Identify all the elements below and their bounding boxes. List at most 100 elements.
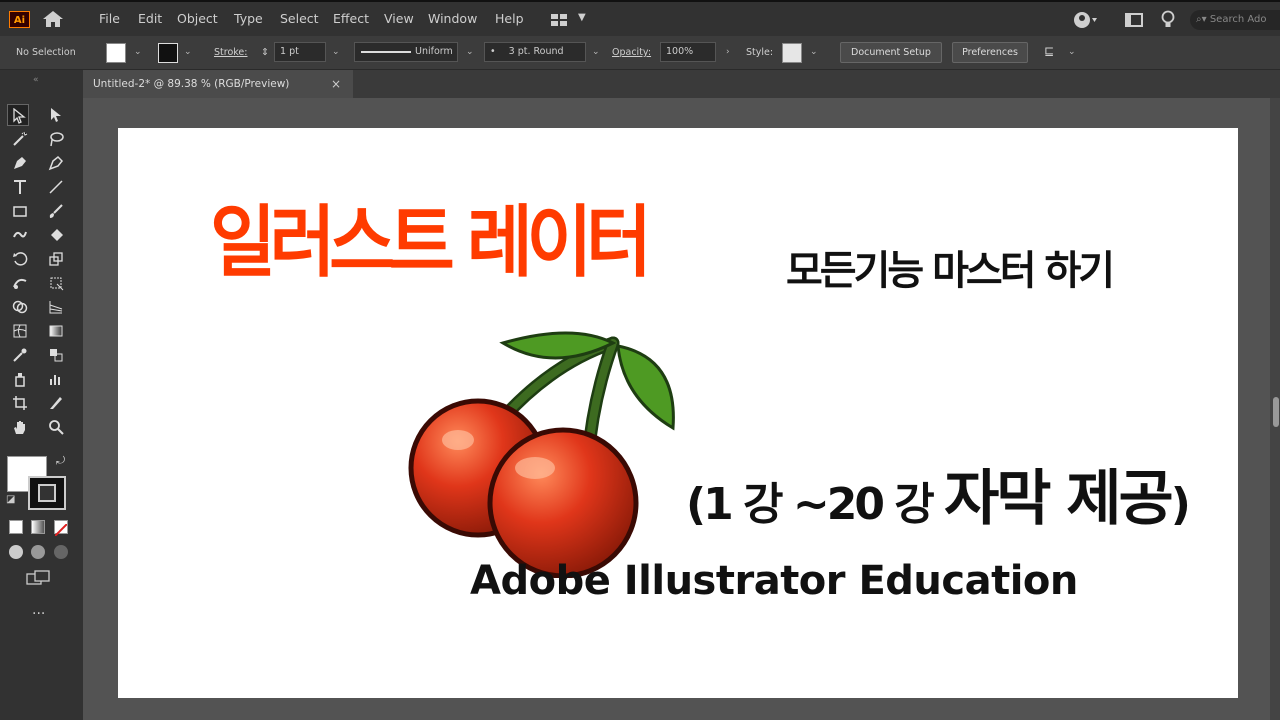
stroke-label[interactable]: Stroke: xyxy=(214,47,247,58)
menu-type[interactable]: Type xyxy=(234,11,263,26)
draw-behind-icon[interactable] xyxy=(31,545,45,559)
menu-select[interactable]: Select xyxy=(280,11,319,26)
slice-tool[interactable] xyxy=(45,392,67,414)
chevron-down-icon[interactable]: ▼ xyxy=(578,12,586,23)
default-colors-icon[interactable]: ◪ xyxy=(6,494,15,505)
chevron-down-icon[interactable]: ⌄ xyxy=(466,47,474,57)
menu-object[interactable]: Object xyxy=(177,11,218,26)
curvature-pen-icon xyxy=(48,155,64,171)
stepper-icon[interactable]: ⇕ xyxy=(261,47,269,58)
zoom-magnifier-icon xyxy=(49,420,64,435)
direct-selection-tool[interactable] xyxy=(45,104,67,126)
color-mode-icon[interactable] xyxy=(9,520,23,534)
menu-bar: Ai File Edit Object Type Select Effect V… xyxy=(0,0,1280,36)
stroke-weight-field[interactable]: 1 pt xyxy=(274,42,326,62)
mesh-tool[interactable] xyxy=(9,320,31,342)
scale-tool[interactable] xyxy=(45,248,67,270)
panel-grip-icon[interactable]: « xyxy=(33,75,40,85)
menu-help[interactable]: Help xyxy=(495,11,524,26)
screen-mode-icon[interactable] xyxy=(26,570,52,590)
symbol-sprayer-tool[interactable] xyxy=(9,368,31,390)
lecture-range: (1 강 ~20 강 xyxy=(686,479,945,530)
stroke-inner xyxy=(38,484,56,502)
rectangle-tool[interactable] xyxy=(9,200,31,222)
warp-tool[interactable] xyxy=(9,272,31,294)
opacity-field[interactable]: 100% xyxy=(660,42,716,62)
opacity-label[interactable]: Opacity: xyxy=(612,47,651,58)
draw-inside-icon[interactable] xyxy=(54,545,68,559)
menu-edit[interactable]: Edit xyxy=(138,11,162,26)
eyedropper-icon xyxy=(13,348,27,362)
eyedropper-tool[interactable] xyxy=(9,344,31,366)
eraser-tool[interactable] xyxy=(45,224,67,246)
edit-toolbar-more-icon[interactable]: ... xyxy=(32,602,45,618)
pen-icon xyxy=(14,157,26,169)
chevron-down-icon[interactable]: ⌄ xyxy=(184,47,192,57)
illustrator-logo: Ai xyxy=(9,11,30,28)
menu-view[interactable]: View xyxy=(384,11,414,26)
chevron-down-icon[interactable]: ⌄ xyxy=(592,47,600,57)
column-graph-tool[interactable] xyxy=(45,368,67,390)
chevron-down-icon[interactable]: ⌄ xyxy=(810,47,818,57)
brush-definition[interactable]: • 3 pt. Round xyxy=(484,42,586,62)
document-setup-button[interactable]: Document Setup xyxy=(840,42,942,63)
perspective-grid-tool[interactable] xyxy=(45,296,67,318)
line-segment-tool[interactable] xyxy=(45,176,67,198)
artboard-tool[interactable] xyxy=(9,392,31,414)
menu-effect[interactable]: Effect xyxy=(333,11,369,26)
close-icon[interactable]: × xyxy=(331,70,341,98)
stroke-line-preview xyxy=(361,51,411,53)
chevron-right-icon[interactable]: › xyxy=(726,47,730,57)
cherry-illustration xyxy=(408,331,675,578)
direct-selection-arrow-icon xyxy=(51,108,61,122)
document-tab[interactable]: Untitled-2* @ 89.38 % (RGB/Preview) × xyxy=(83,70,353,98)
gradient-tool[interactable] xyxy=(45,320,67,342)
rotate-tool[interactable] xyxy=(9,248,31,270)
draw-normal-icon[interactable] xyxy=(9,545,23,559)
menu-file[interactable]: File xyxy=(99,11,120,26)
none-mode-icon[interactable] xyxy=(54,520,68,537)
type-tool[interactable] xyxy=(9,176,31,198)
menu-window[interactable]: Window xyxy=(428,11,477,26)
lightbulb-icon[interactable] xyxy=(1160,10,1176,34)
paintbrush-tool[interactable] xyxy=(45,200,67,222)
blend-tool[interactable] xyxy=(45,344,67,366)
arrange-documents-icon[interactable] xyxy=(1124,10,1144,34)
preferences-button[interactable]: Preferences xyxy=(952,42,1028,63)
slice-knife-icon xyxy=(50,397,62,409)
free-transform-tool[interactable] xyxy=(45,272,67,294)
magic-wand-tool[interactable] xyxy=(9,128,31,150)
home-icon[interactable] xyxy=(42,10,64,32)
profile-label: Uniform xyxy=(415,46,453,57)
hand-tool[interactable] xyxy=(9,416,31,438)
shaper-icon xyxy=(13,231,27,238)
chevron-down-icon[interactable]: ⌄ xyxy=(134,47,142,57)
curvature-tool[interactable] xyxy=(45,152,67,174)
rotate-icon xyxy=(13,252,28,266)
stroke-color-box[interactable] xyxy=(28,476,66,510)
stroke-swatch[interactable] xyxy=(158,43,178,63)
magic-wand-icon xyxy=(13,131,28,146)
shape-builder-icon xyxy=(12,300,28,314)
gradient-mode-icon[interactable] xyxy=(31,520,45,534)
user-profile-icon[interactable] xyxy=(1072,10,1098,34)
selection-tool[interactable] xyxy=(7,104,29,126)
fill-swatch[interactable] xyxy=(106,43,126,63)
align-icon[interactable]: ⊑ xyxy=(1044,44,1054,58)
chevron-down-icon[interactable]: ⌄ xyxy=(1068,47,1076,57)
chevron-down-icon[interactable]: ⌄ xyxy=(332,47,340,57)
variable-width-profile[interactable]: Uniform xyxy=(354,42,458,62)
gradient-icon xyxy=(49,325,63,337)
zoom-tool[interactable] xyxy=(45,416,67,438)
shaper-tool[interactable] xyxy=(9,224,31,246)
shape-builder-tool[interactable] xyxy=(9,296,31,318)
swap-colors-icon[interactable]: ⤾ xyxy=(56,454,65,468)
workspace-switcher-icon[interactable] xyxy=(550,12,570,32)
search-input[interactable]: ⌕▾ Search Ado xyxy=(1190,10,1280,30)
scrollbar-thumb[interactable] xyxy=(1273,397,1279,427)
graphic-style-swatch[interactable] xyxy=(782,43,802,63)
lasso-tool[interactable] xyxy=(45,128,67,150)
pen-tool[interactable] xyxy=(9,152,31,174)
artboard: 일러스트 레이터 모든기능 마스터 하기 (1 강 ~20 강 자막 제공) A… xyxy=(118,128,1238,698)
control-bar: No Selection ⌄ ⌄ Stroke: ⇕ 1 pt ⌄ Unifor… xyxy=(0,36,1280,70)
